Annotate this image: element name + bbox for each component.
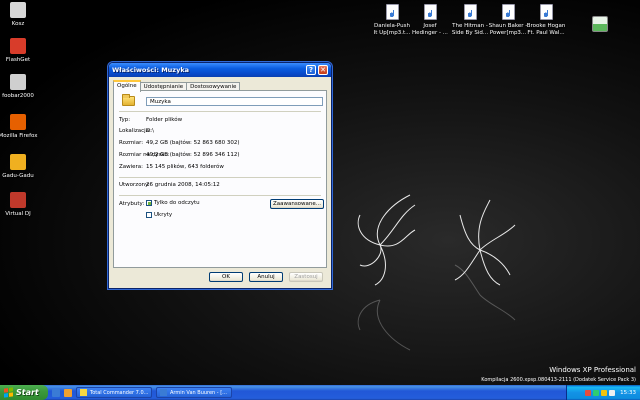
- gadu-gadu-icon: [10, 154, 26, 170]
- file-label-line1: Brooke Hogan: [526, 23, 566, 29]
- taskbar: Start Total Commander 7.0... Armin Van B…: [0, 385, 640, 400]
- desktop-icon-label: foobar2000: [2, 93, 34, 99]
- type-label: Typ:: [119, 117, 131, 123]
- readonly-label: Tylko do odczytu: [154, 200, 200, 206]
- type-value: Folder plików: [146, 117, 183, 123]
- hidden-checkbox-box[interactable]: [146, 212, 152, 218]
- task-armin-van-buuren[interactable]: Armin Van Buuren - [...: [156, 387, 232, 398]
- hidden-label: Ukryty: [154, 212, 173, 218]
- size-value: 49,2 GB (bajtów: 52 863 680 302): [146, 140, 240, 146]
- dialog-title: Właściwości: Muzyka: [112, 66, 190, 74]
- desktop-icon-recycle-bin[interactable]: Kosz: [0, 2, 42, 28]
- dialog-tabs: Ogólne Udostępnianie Dostosowywanie: [109, 77, 331, 92]
- location-value: D:\: [146, 128, 154, 134]
- general-panel: Muzyka Typ: Folder plików Lokalizacja: D…: [113, 90, 327, 268]
- desktop-icon-firefox[interactable]: Mozilla Firefox: [0, 114, 42, 140]
- media-player-icon: [160, 389, 167, 396]
- flashget-icon: [10, 38, 26, 54]
- divider: [119, 111, 321, 112]
- quicklaunch-ie-icon[interactable]: [52, 388, 60, 397]
- desktop-icon-label: FlashGet: [5, 57, 31, 63]
- windows-build-watermark: Kompilacja 2600.xpsp.080413-2111 (Dodate…: [481, 377, 636, 383]
- system-tray: 15:33: [566, 385, 640, 400]
- firefox-icon: [10, 114, 26, 130]
- size-label: Rozmiar:: [119, 140, 144, 146]
- image-file-icon: [592, 16, 608, 32]
- readonly-checkbox-box[interactable]: [146, 200, 152, 206]
- audio-file-icon: [385, 4, 399, 20]
- properties-dialog: Właściwości: Muzyka ? ✕ Ogólne Udostępni…: [108, 62, 332, 289]
- disk-size-value: 49,2 GB (bajtów: 52 896 346 112): [146, 152, 240, 158]
- tray-icon[interactable]: [585, 389, 592, 396]
- desktop-icon-label: Mozilla Firefox: [0, 133, 38, 139]
- audio-file-icon: [501, 4, 515, 20]
- created-value: 26 grudnia 2008, 14:05:12: [146, 182, 220, 188]
- clock[interactable]: 15:33: [620, 390, 636, 396]
- desktop-icon-label: Kosz: [11, 21, 25, 27]
- divider: [119, 177, 321, 178]
- attributes-label: Atrybuty:: [119, 201, 145, 207]
- windows-flag-icon: [4, 387, 13, 398]
- divider: [119, 195, 321, 196]
- foobar2000-icon: [10, 74, 26, 90]
- desktop-icon-gadu-gadu[interactable]: Gadu-Gadu: [0, 154, 42, 180]
- apply-button[interactable]: Zastosuj: [289, 272, 323, 282]
- task-total-commander[interactable]: Total Commander 7.0...: [76, 387, 152, 398]
- contains-label: Zawiera:: [119, 164, 144, 170]
- desktop-icon-label: Virtual DJ: [5, 211, 31, 217]
- folder-icon: [122, 94, 135, 106]
- task-label: Armin Van Buuren - [...: [170, 389, 227, 396]
- tab-general[interactable]: Ogólne: [113, 80, 141, 92]
- audio-file-icon: [463, 4, 477, 20]
- audio-file-icon: [539, 4, 553, 20]
- desktop-mp3-file[interactable]: Brooke Hogan Ft. Paul Wal...: [522, 4, 570, 36]
- audio-file-icon: [423, 4, 437, 20]
- folder-name-input[interactable]: Muzyka: [146, 97, 323, 106]
- desktop-icon-flashget[interactable]: FlashGet: [0, 38, 42, 64]
- virtual-dj-icon: [10, 192, 26, 208]
- dialog-titlebar[interactable]: Właściwości: Muzyka ? ✕: [109, 63, 331, 77]
- wallpaper-artwork: [357, 194, 516, 351]
- tray-icon[interactable]: [601, 389, 608, 396]
- total-commander-icon: [80, 389, 87, 396]
- windows-version-watermark: Windows XP Professional: [549, 366, 636, 374]
- task-label: Total Commander 7.0...: [90, 389, 149, 396]
- start-label: Start: [16, 388, 39, 397]
- desktop-image-file[interactable]: [576, 16, 624, 35]
- quicklaunch-media-icon[interactable]: [64, 388, 72, 397]
- recycle-bin-icon: [10, 2, 26, 18]
- desktop-icon-foobar2000[interactable]: foobar2000: [0, 74, 42, 100]
- desktop-icon-virtual-dj[interactable]: Virtual DJ: [0, 192, 42, 218]
- start-button[interactable]: Start: [0, 385, 48, 400]
- cancel-button[interactable]: Anuluj: [249, 272, 283, 282]
- contains-value: 15 145 plików, 643 folderów: [146, 164, 224, 170]
- help-button[interactable]: ?: [306, 65, 316, 75]
- close-button[interactable]: ✕: [318, 65, 328, 75]
- desktop-icon-label: Gadu-Gadu: [2, 173, 34, 179]
- file-label-line2: Ft. Paul Wal...: [527, 29, 565, 36]
- readonly-checkbox[interactable]: Tylko do odczytu: [146, 200, 200, 206]
- tray-icon[interactable]: [593, 389, 600, 396]
- volume-icon[interactable]: [609, 389, 616, 396]
- ok-button[interactable]: OK: [209, 272, 243, 282]
- advanced-button[interactable]: Zaawansowane...: [270, 199, 324, 209]
- hidden-checkbox[interactable]: Ukryty: [146, 212, 172, 218]
